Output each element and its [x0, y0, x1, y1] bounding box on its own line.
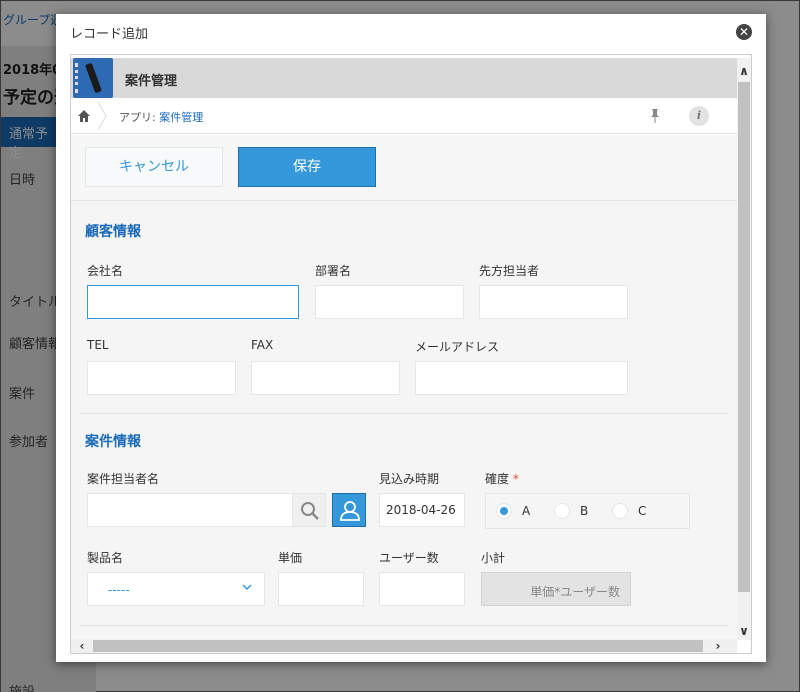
radio-c[interactable]	[612, 503, 628, 519]
add-record-dialog: レコード追加 ✕ 案件管理 アプリ: 案件管理 i キャンセル 保存 顧客情報 …	[56, 14, 766, 662]
owner-input[interactable]	[87, 493, 293, 527]
subtotal-label: 小計	[481, 551, 506, 565]
dialog-title: レコード追加	[70, 27, 149, 42]
subtotal-field: 単価*ユーザー数	[481, 572, 631, 606]
users-label: ユーザー数	[379, 551, 439, 565]
radio-c-label: C	[638, 504, 647, 518]
cancel-button[interactable]: キャンセル	[85, 147, 223, 187]
vertical-scrollbar[interactable]: ∧ ∨	[737, 58, 751, 640]
expected-date-input[interactable]: 2018-04-26	[379, 493, 465, 527]
notebook-icon	[73, 58, 113, 98]
record-form: 顧客情報 会社名 部署名 先方担当者 TEL FAX メールアドレス 案件情報 …	[71, 201, 737, 641]
required-mark: *	[512, 472, 519, 486]
fax-label: FAX	[251, 338, 274, 352]
scroll-up-icon[interactable]: ∧	[737, 64, 751, 78]
search-icon	[301, 502, 319, 520]
app-header: 案件管理	[71, 58, 737, 98]
breadcrumb-separator-icon	[97, 102, 107, 130]
price-label: 単価	[278, 551, 303, 565]
user-icon	[340, 501, 360, 521]
app-name: 案件管理	[125, 74, 178, 89]
radio-b[interactable]	[554, 503, 570, 519]
customer-section-title: 顧客情報	[85, 224, 141, 240]
scroll-left-icon[interactable]: ‹	[75, 639, 89, 653]
pin-icon[interactable]	[649, 108, 661, 124]
company-label: 会社名	[87, 264, 124, 278]
radio-a-label: A	[522, 504, 531, 518]
user-select-button[interactable]	[332, 493, 366, 527]
certainty-radio-group: A B C	[485, 493, 690, 529]
company-input[interactable]	[87, 285, 299, 319]
section-divider	[79, 413, 729, 414]
radio-b-label: B	[580, 504, 589, 518]
fax-input[interactable]	[251, 361, 400, 395]
chevron-down-icon	[242, 584, 252, 591]
product-label: 製品名	[87, 551, 124, 565]
save-button[interactable]: 保存	[238, 147, 376, 187]
dialog-content: 案件管理 アプリ: 案件管理 i キャンセル 保存 顧客情報 会社名 部署名 先…	[70, 54, 752, 654]
contact-label: 先方担当者	[479, 264, 540, 278]
deal-section-title: 案件情報	[85, 434, 141, 450]
breadcrumb-app-link[interactable]: 案件管理	[159, 111, 203, 124]
breadcrumb-text: アプリ: 案件管理	[119, 109, 203, 125]
product-select-value: -----	[108, 583, 130, 597]
breadcrumb-prefix: アプリ:	[119, 111, 160, 124]
breadcrumb: アプリ: 案件管理 i	[71, 98, 737, 134]
scroll-right-icon[interactable]: ›	[711, 639, 725, 653]
certainty-label: 確度 *	[485, 472, 519, 486]
email-label: メールアドレス	[415, 340, 500, 354]
price-input[interactable]	[278, 572, 364, 606]
contact-input[interactable]	[479, 285, 628, 319]
scroll-down-icon[interactable]: ∨	[737, 624, 751, 638]
horizontal-scroll-thumb[interactable]	[93, 640, 703, 652]
email-input[interactable]	[415, 361, 628, 395]
info-icon[interactable]: i	[689, 106, 709, 126]
search-button[interactable]	[292, 493, 326, 527]
owner-label: 案件担当者名	[87, 472, 160, 486]
tel-input[interactable]	[87, 361, 236, 395]
close-icon[interactable]: ✕	[736, 24, 752, 40]
users-input[interactable]	[379, 572, 465, 606]
expected-date-label: 見込み時期	[379, 472, 440, 486]
vertical-scroll-thumb[interactable]	[738, 82, 750, 592]
tel-label: TEL	[87, 338, 109, 352]
department-input[interactable]	[315, 285, 464, 319]
radio-a[interactable]	[496, 503, 512, 519]
section-divider-bottom	[79, 625, 729, 626]
toolbar: キャンセル 保存	[71, 135, 737, 201]
home-icon[interactable]	[77, 109, 91, 123]
department-label: 部署名	[315, 264, 352, 278]
product-select[interactable]: -----	[87, 572, 265, 606]
horizontal-scrollbar[interactable]: ‹ ›	[71, 639, 737, 653]
